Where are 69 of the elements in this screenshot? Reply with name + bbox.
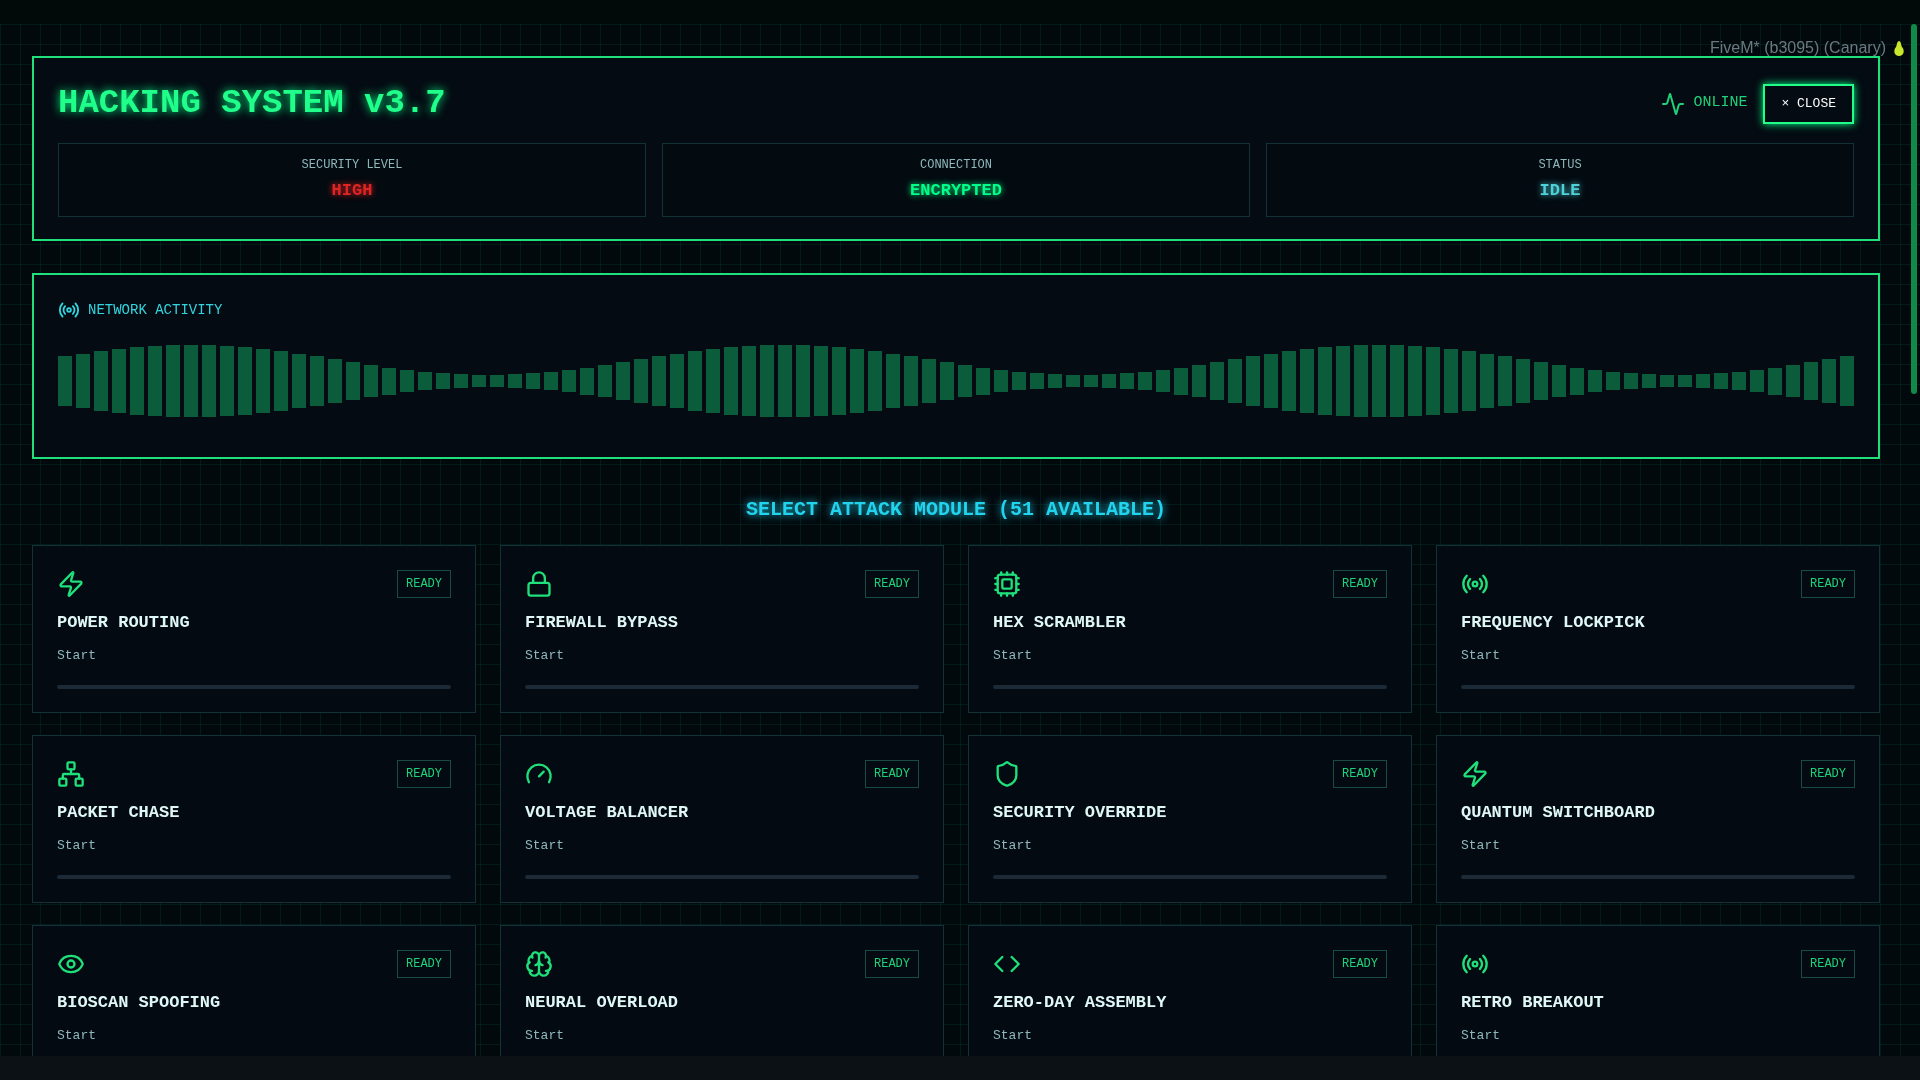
ready-badge: READY	[865, 570, 919, 598]
module-card[interactable]: READY FIREWALL BYPASS Start	[500, 545, 944, 713]
ready-badge: READY	[397, 950, 451, 978]
ready-badge: READY	[865, 760, 919, 788]
ready-badge: READY	[865, 950, 919, 978]
stat-value: ENCRYPTED	[910, 180, 1002, 203]
ready-badge: READY	[1333, 760, 1387, 788]
module-title: POWER ROUTING	[57, 612, 191, 634]
module-card[interactable]: READY VOLTAGE BALANCER Start	[500, 735, 944, 903]
ready-badge: READY	[397, 760, 451, 788]
scrollbar-thumb[interactable]	[1911, 24, 1917, 394]
stat-label: CONNECTION	[920, 157, 992, 175]
lightning-icon	[57, 570, 85, 598]
module-card[interactable]: READY HEX SCRAMBLER Start	[968, 545, 1412, 713]
lightning-icon	[1461, 760, 1489, 788]
module-card[interactable]: READY PACKET CHASE Start	[32, 735, 476, 903]
ready-badge: READY	[1801, 950, 1855, 978]
module-title: QUANTUM SWITCHBOARD	[1461, 802, 1656, 824]
ready-badge: READY	[1333, 950, 1387, 978]
module-card[interactable]: READY ZERO-DAY ASSEMBLY Start	[968, 925, 1412, 1056]
section-heading: SELECT ATTACK MODULE (51 AVAILABLE)	[745, 497, 1167, 523]
module-title: PACKET CHASE	[57, 802, 181, 824]
brain-icon	[525, 950, 553, 978]
module-card[interactable]: READY NEURAL OVERLOAD Start	[500, 925, 944, 1056]
network-icon	[57, 760, 85, 788]
padlock-icon	[525, 570, 553, 598]
start-label: Start	[525, 646, 564, 665]
online-status: ONLINE	[1693, 93, 1748, 114]
start-label: Start	[57, 1026, 96, 1045]
app-title: HACKING SYSTEM v3.7	[58, 83, 446, 124]
module-card[interactable]: READY BIOSCAN SPOOFING Start	[32, 925, 476, 1056]
module-title: SECURITY OVERRIDE	[993, 802, 1168, 824]
start-label: Start	[1461, 646, 1500, 665]
module-card[interactable]: READY POWER ROUTING Start	[32, 545, 476, 713]
panel-title: NETWORK ACTIVITY	[88, 300, 223, 320]
pulse-icon	[1661, 91, 1686, 116]
ready-badge: READY	[1801, 760, 1855, 788]
module-title: ZERO-DAY ASSEMBLY	[993, 992, 1168, 1014]
overlay-label: FiveM* (b3095) (Canary)	[1709, 38, 1886, 58]
start-label: Start	[525, 1026, 564, 1045]
module-card[interactable]: READY FREQUENCY LOCKPICK Start	[1436, 545, 1880, 713]
module-card[interactable]: READY RETRO BREAKOUT Start	[1436, 925, 1880, 1056]
ready-badge: READY	[1333, 570, 1387, 598]
stat-label: SECURITY LEVEL	[301, 157, 403, 175]
module-title: FIREWALL BYPASS	[525, 612, 680, 634]
stat-value: IDLE	[1539, 180, 1581, 203]
module-title: FREQUENCY LOCKPICK	[1461, 612, 1646, 634]
stat-label: STATUS	[1538, 157, 1582, 175]
ready-badge: READY	[1801, 570, 1855, 598]
start-label: Start	[1461, 836, 1500, 855]
module-card[interactable]: READY SECURITY OVERRIDE Start	[968, 735, 1412, 903]
chip-icon	[993, 570, 1021, 598]
start-label: Start	[57, 836, 96, 855]
pear-icon	[1892, 39, 1906, 57]
start-label: Start	[993, 1026, 1032, 1045]
start-label: Start	[993, 836, 1032, 855]
ready-badge: READY	[397, 570, 451, 598]
start-label: Start	[525, 836, 564, 855]
stat-value: HIGH	[331, 180, 373, 203]
module-title: NEURAL OVERLOAD	[525, 992, 680, 1014]
close-button[interactable]: × CLOSE	[1763, 83, 1854, 124]
module-title: BIOSCAN SPOOFING	[57, 992, 222, 1014]
module-title: RETRO BREAKOUT	[1461, 992, 1605, 1014]
start-label: Start	[1461, 1026, 1500, 1045]
module-title: HEX SCRAMBLER	[993, 612, 1127, 634]
start-label: Start	[57, 646, 96, 665]
start-label: Start	[993, 646, 1032, 665]
module-title: VOLTAGE BALANCER	[525, 802, 690, 824]
module-card[interactable]: READY QUANTUM SWITCHBOARD Start	[1436, 735, 1880, 903]
